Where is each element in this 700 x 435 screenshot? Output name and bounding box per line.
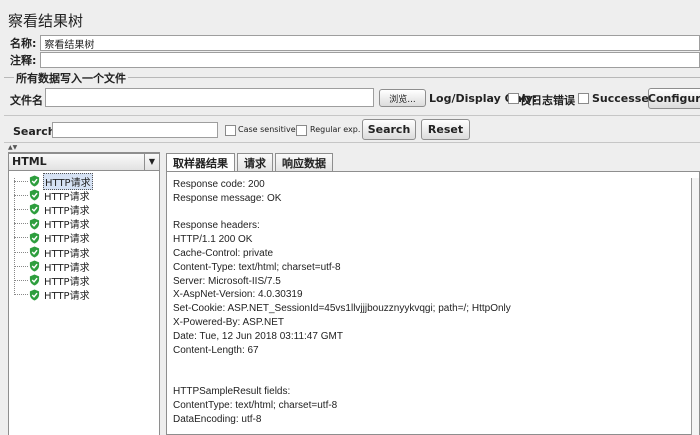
tab-0[interactable]: 取样器结果 <box>166 153 235 171</box>
success-shield-icon <box>29 289 40 301</box>
response-line: Content-Length: 67 <box>173 344 259 356</box>
success-shield-icon <box>29 232 40 244</box>
tree-item-label: HTTP请求 <box>44 234 90 246</box>
name-field[interactable] <box>40 35 700 51</box>
successes-checkbox[interactable] <box>578 93 589 104</box>
response-line: X-AspNet-Version: 4.0.30319 <box>173 289 303 301</box>
comment-label: 注释: <box>10 54 37 67</box>
response-line <box>173 371 511 385</box>
reset-button[interactable]: Reset <box>421 119 470 140</box>
filename-field[interactable] <box>45 88 374 107</box>
tab-1[interactable]: 请求 <box>237 153 273 171</box>
response-line: Response code: 200 <box>173 179 265 190</box>
response-line: Response headers: <box>173 220 260 232</box>
response-line: HTTP/1.1 200 OK <box>173 234 253 246</box>
success-shield-icon <box>29 175 40 187</box>
response-line: Cache-Control: private <box>173 247 274 259</box>
tree-item-label: HTTP请求 <box>44 205 90 217</box>
tree-item[interactable]: HTTP请求 <box>14 188 91 203</box>
tree-branch-line <box>14 180 28 182</box>
tab-2[interactable]: 响应数据 <box>275 153 333 171</box>
response-line <box>173 357 511 371</box>
regex-checkbox[interactable] <box>296 125 307 136</box>
response-line: Server: Microsoft-IIS/7.5 <box>173 275 281 287</box>
tree-item[interactable]: HTTP请求 <box>14 273 91 288</box>
tree-item[interactable]: HTTP请求 <box>14 259 91 274</box>
tree-item[interactable]: HTTP请求 <box>14 288 91 302</box>
response-line: X-Powered-By: ASP.NET <box>173 316 284 328</box>
search-button[interactable]: Search <box>362 119 416 140</box>
tree-branch-line <box>14 265 28 267</box>
tree-item[interactable]: HTTP请求 <box>14 245 91 260</box>
configure-button[interactable]: Configure <box>648 88 700 109</box>
renderer-select[interactable]: HTML ▼ <box>8 153 160 171</box>
success-shield-icon <box>29 246 40 258</box>
name-row: 名称: <box>0 35 700 51</box>
success-shield-icon <box>29 203 40 215</box>
response-line: ContentType: text/html; charset=utf-8 <box>173 399 338 411</box>
vertical-scrollbar[interactable] <box>691 178 699 435</box>
page-title: 察看结果树 <box>8 12 84 30</box>
regex-label: Regular exp. <box>310 125 361 134</box>
success-shield-icon <box>29 260 40 272</box>
tree-branch-line <box>14 237 28 239</box>
errors-label: 仅日志错误 <box>520 94 575 107</box>
successes-label: Successes <box>592 92 656 105</box>
tree-branch-line <box>14 223 28 225</box>
success-shield-icon <box>29 274 40 286</box>
comment-field[interactable] <box>40 52 700 68</box>
chevron-down-icon[interactable]: ▼ <box>144 154 159 170</box>
response-line: HTTPSampleResult fields: <box>173 385 291 397</box>
tree-branch-line <box>14 279 28 281</box>
tree-item[interactable]: HTTP请求 <box>14 217 91 231</box>
sampler-result-pane: Response code: 200 Response message: OK Re… <box>166 171 700 435</box>
tree-connector-line <box>14 178 15 295</box>
case-sensitive-checkbox[interactable] <box>225 125 236 136</box>
filename-label: 文件名 <box>10 94 43 107</box>
search-input[interactable] <box>52 122 218 138</box>
response-line: Date: Tue, 12 Jun 2018 03:11:47 GMT <box>173 330 343 342</box>
tree-branch-line <box>14 194 28 196</box>
tree-item[interactable]: HTTP请求 <box>14 172 93 190</box>
tree-item-label: HTTP请求 <box>44 220 90 232</box>
response-line: DataEncoding: utf-8 <box>173 413 262 425</box>
browse-button[interactable]: 浏览... <box>379 89 426 107</box>
comment-row: 注释: <box>0 52 700 68</box>
tree-branch-line <box>14 208 28 210</box>
result-tabs: 取样器结果 请求 响应数据 <box>166 153 335 171</box>
tree-item-label: HTTP请求 <box>44 191 90 203</box>
success-shield-icon <box>29 189 40 201</box>
errors-checkbox[interactable] <box>508 93 519 104</box>
response-line: Set-Cookie: ASP.NET_SessionId=45vs1llvjj… <box>173 303 511 315</box>
case-sensitive-label: Case sensitive <box>238 125 296 134</box>
renderer-selected-value: HTML <box>12 155 47 168</box>
success-shield-icon <box>29 218 40 230</box>
file-group-legend: 所有数据写入一个文件 <box>14 70 128 86</box>
splitter-arrows-icon[interactable]: ▲▼ <box>8 144 17 151</box>
response-line <box>173 206 511 220</box>
tree-item[interactable]: HTTP请求 <box>14 202 91 217</box>
sampler-result-text: Response code: 200 Response message: OK Re… <box>173 178 511 426</box>
name-label: 名称: <box>10 37 37 50</box>
tree-branch-line <box>14 294 28 296</box>
tree-item-label: HTTP请求 <box>44 276 90 288</box>
tree-branch-line <box>14 251 28 253</box>
response-line: Response message: OK <box>173 192 282 204</box>
tree-item-label: HTTP请求 <box>44 291 90 303</box>
response-line: Content-Type: text/html; charset=utf-8 <box>173 261 341 273</box>
tree-item-label: HTTP请求 <box>44 248 90 260</box>
tree-item-label: HTTP请求 <box>44 262 90 274</box>
tree-item[interactable]: HTTP请求 <box>14 231 91 245</box>
